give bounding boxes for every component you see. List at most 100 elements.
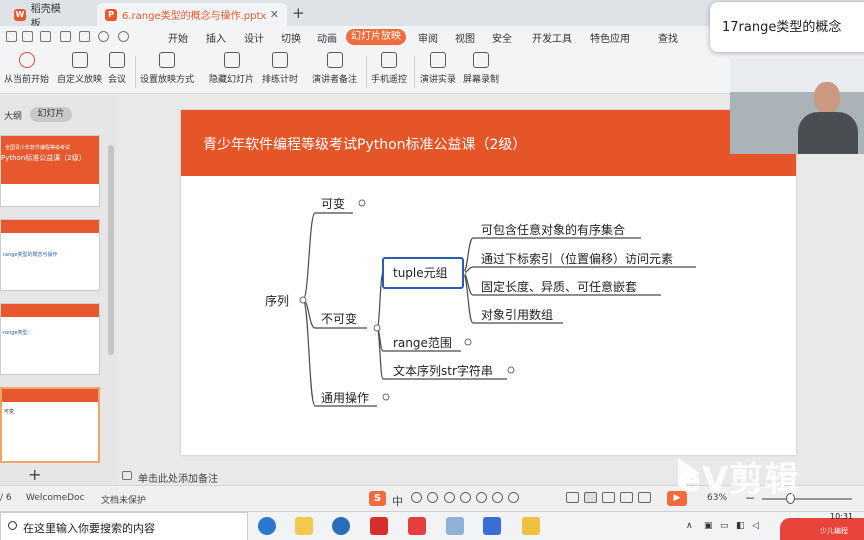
normal-view-icon[interactable] <box>584 492 597 503</box>
undo-icon[interactable] <box>98 31 109 42</box>
clock-app-icon[interactable] <box>332 517 350 535</box>
rehearse-timings-button[interactable]: 排练计时 <box>262 52 298 85</box>
menu-review[interactable]: 审阅 <box>418 30 438 45</box>
divider <box>135 56 136 88</box>
menu-security[interactable]: 安全 <box>492 30 512 45</box>
slide[interactable]: 青少年软件编程等级考试Python标准公益课（2级） 序列 可变 不可变 通用操… <box>181 110 796 455</box>
mindmap-leaf[interactable]: 固定长度、异质、可任意嵌套 <box>481 279 637 294</box>
presenter-notes-button[interactable]: 演讲者备注 <box>312 52 357 85</box>
menu-home[interactable]: 开始 <box>168 30 188 45</box>
mindmap-leaf[interactable]: 对象引用数组 <box>481 307 553 322</box>
new-tab-button[interactable]: + <box>292 4 305 22</box>
slide-sorter-icon[interactable] <box>602 492 615 503</box>
panel-scrollbar[interactable] <box>108 145 114 355</box>
tab-current-document[interactable]: P 6.range类型的概念与操作.pptx ✕ <box>97 3 287 26</box>
sogou-ime-icon[interactable]: S <box>369 491 386 506</box>
taskbar-search-box[interactable]: 在这里输入你要搜索的内容 <box>0 512 248 540</box>
collapse-toggle[interactable] <box>373 324 381 332</box>
slide-thumbnail-2[interactable]: range类型的概念与操作 <box>0 219 100 291</box>
menu-animation[interactable]: 动画 <box>317 30 337 45</box>
start-from-current-button[interactable]: 从当前开始 <box>4 52 49 85</box>
mindmap-node-range[interactable]: range范围 <box>393 336 452 350</box>
print-icon[interactable] <box>60 31 71 42</box>
slide-thumbnail-3[interactable]: range类型： <box>0 303 100 375</box>
open-icon[interactable] <box>22 31 33 42</box>
tab-outline[interactable]: 大纲 <box>4 109 22 122</box>
mindmap-node-immutable[interactable]: 不可变 <box>321 311 357 326</box>
menu-transition[interactable]: 切换 <box>281 30 301 45</box>
expand-toggle[interactable] <box>382 393 390 401</box>
presenter-head <box>814 82 840 114</box>
toolbox-icon[interactable] <box>492 492 503 503</box>
phone-icon <box>381 52 397 68</box>
skin-icon[interactable] <box>476 492 487 503</box>
paint-app-icon[interactable] <box>446 517 464 535</box>
menu-insert[interactable]: 插入 <box>206 30 226 45</box>
volume-icon[interactable]: ◁ <box>752 521 759 531</box>
menu-slideshow[interactable]: 幻灯片放映 <box>346 29 406 45</box>
menu-developer[interactable]: 开发工具 <box>532 30 572 45</box>
tab-slides[interactable]: 幻灯片 <box>30 107 72 122</box>
mindmap-leaf[interactable]: 通过下标索引（位置偏移）访问元素 <box>481 251 673 266</box>
edge-browser-icon[interactable] <box>258 517 276 535</box>
presenter-body <box>798 112 858 154</box>
expand-toggle[interactable] <box>464 338 472 346</box>
slide-thumbnail-4-selected[interactable]: 可变 <box>0 387 100 463</box>
custom-show-button[interactable]: 自定义放映 <box>57 52 102 85</box>
microphone-icon[interactable] <box>444 492 455 503</box>
tray-app-icon[interactable]: ▣ <box>704 521 713 531</box>
python-app-icon[interactable] <box>522 517 540 535</box>
redo-icon[interactable] <box>118 31 129 42</box>
menu-find[interactable]: 查找 <box>658 30 678 45</box>
slide-thumbnail-panel: 大纲 幻灯片 全国青少年软件编程等级考试 Python标准公益课（2级） ran… <box>0 95 118 485</box>
presenter-notes-icon <box>326 52 343 68</box>
ime-grid-icon[interactable] <box>508 492 519 503</box>
webcam-overlay <box>730 58 864 154</box>
expand-toggle[interactable] <box>507 366 515 374</box>
wps-app-icon[interactable] <box>408 517 426 535</box>
mindmap-node-str[interactable]: 文本序列str字符串 <box>393 363 493 378</box>
tray-chevron-icon[interactable]: ∧ <box>686 521 693 531</box>
theme-name[interactable]: WelcomeDoc <box>26 493 85 503</box>
file-explorer-icon[interactable] <box>295 517 313 535</box>
mindmap-root[interactable]: 序列 <box>265 293 289 308</box>
hide-slide-button[interactable]: 隐藏幻灯片 <box>209 52 254 85</box>
record-narration-button[interactable]: 演讲实录 <box>420 52 456 85</box>
pdf-reader-icon[interactable] <box>370 517 388 535</box>
mindmap-leaf[interactable]: 可包含任意对象的有序集合 <box>481 222 625 237</box>
screen-record-button[interactable]: 屏幕录制 <box>463 52 499 85</box>
screen-record-icon <box>473 52 489 68</box>
punctuation-icon[interactable] <box>411 492 422 503</box>
notes-view-icon[interactable] <box>566 492 579 503</box>
close-tab-icon[interactable]: ✕ <box>270 8 279 21</box>
page-indicator: / 6 <box>0 493 12 503</box>
network-icon[interactable]: ◧ <box>736 521 745 531</box>
thumb-text: range类型： <box>3 330 33 336</box>
tab-docer-templates[interactable]: W 稻壳模板 <box>6 3 78 30</box>
menu-design[interactable]: 设计 <box>244 30 264 45</box>
taskbar-clock[interactable]: 10:31 <box>830 512 853 521</box>
print-preview-icon[interactable] <box>79 31 90 42</box>
outline-view-icon[interactable] <box>638 492 651 503</box>
add-slide-button[interactable]: + <box>28 465 41 484</box>
meeting-button[interactable]: 会议 <box>108 52 126 85</box>
file-menu-icon[interactable] <box>6 31 17 42</box>
reading-view-icon[interactable] <box>620 492 633 503</box>
emoji-icon[interactable] <box>427 492 438 503</box>
keyboard-icon[interactable] <box>460 492 471 503</box>
mindmap-node-tuple[interactable]: tuple元组 <box>393 266 448 280</box>
collapse-toggle[interactable] <box>299 296 307 304</box>
wps-writer-icon[interactable] <box>483 517 501 535</box>
protection-status[interactable]: 文档未保护 <box>101 493 146 506</box>
mindmap-node-mutable[interactable]: 可变 <box>321 196 345 211</box>
battery-icon[interactable]: ▭ <box>720 521 729 531</box>
slide-thumbnail-1[interactable]: 全国青少年软件编程等级考试 Python标准公益课（2级） <box>0 135 100 207</box>
menu-view[interactable]: 视图 <box>455 30 475 45</box>
expand-toggle[interactable] <box>358 199 366 207</box>
setup-show-button[interactable]: 设置放映方式 <box>140 52 194 85</box>
mindmap-node-common-ops[interactable]: 通用操作 <box>321 390 369 405</box>
ime-language[interactable]: 中 <box>392 493 403 509</box>
phone-remote-button[interactable]: 手机遥控 <box>371 52 407 85</box>
save-icon[interactable] <box>40 31 51 42</box>
menu-features[interactable]: 特色应用 <box>590 30 630 45</box>
